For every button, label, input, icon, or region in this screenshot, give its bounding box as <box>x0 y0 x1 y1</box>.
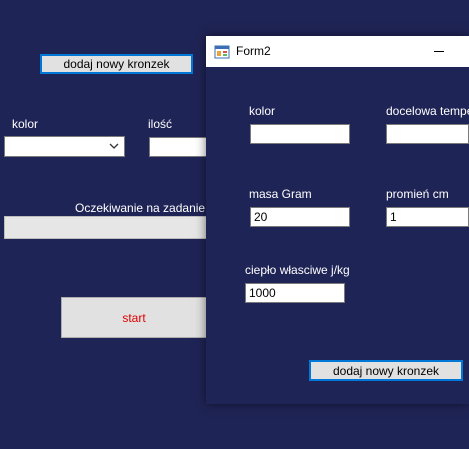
quantity-input[interactable] <box>149 137 209 157</box>
specific-heat-input[interactable]: 1000 <box>245 283 345 303</box>
start-button[interactable]: start <box>61 297 207 338</box>
start-button-label: start <box>122 310 146 325</box>
form2-color-label: kolor <box>249 104 276 118</box>
form2-title: Form2 <box>236 44 271 58</box>
color-dropdown[interactable] <box>4 136 125 157</box>
form2-window: Form2 kolor docelowa tempera masa Gram 2… <box>206 36 469 404</box>
quantity-label: ilość <box>148 117 173 131</box>
chevron-down-icon <box>109 143 119 149</box>
form-app-icon <box>214 45 230 59</box>
status-label: Oczekiwanie na zadanie <box>75 201 206 215</box>
minimize-button[interactable] <box>424 36 454 67</box>
form2-add-new-item-button[interactable]: dodaj nowy kronzek <box>309 360 463 381</box>
radius-label: promień cm <box>386 187 449 201</box>
form2-add-new-item-button-label: dodaj nowy kronzek <box>332 363 440 378</box>
radius-input[interactable]: 1 <box>386 207 469 227</box>
specific-heat-label: ciepło własciwe j/kg <box>245 263 350 277</box>
mass-input[interactable]: 20 <box>250 207 350 227</box>
add-new-item-button-label: dodaj nowy kronzek <box>63 57 170 71</box>
minimize-icon <box>434 51 444 52</box>
form2-color-input[interactable] <box>250 124 350 144</box>
target-temperature-input[interactable] <box>386 124 469 144</box>
form2-titlebar[interactable]: Form2 <box>206 36 469 67</box>
mass-label: masa Gram <box>249 187 312 201</box>
target-temperature-label: docelowa tempera <box>386 104 469 118</box>
color-label: kolor <box>12 117 39 131</box>
progress-bar <box>4 216 209 239</box>
add-new-item-button[interactable]: dodaj nowy kronzek <box>40 54 193 74</box>
